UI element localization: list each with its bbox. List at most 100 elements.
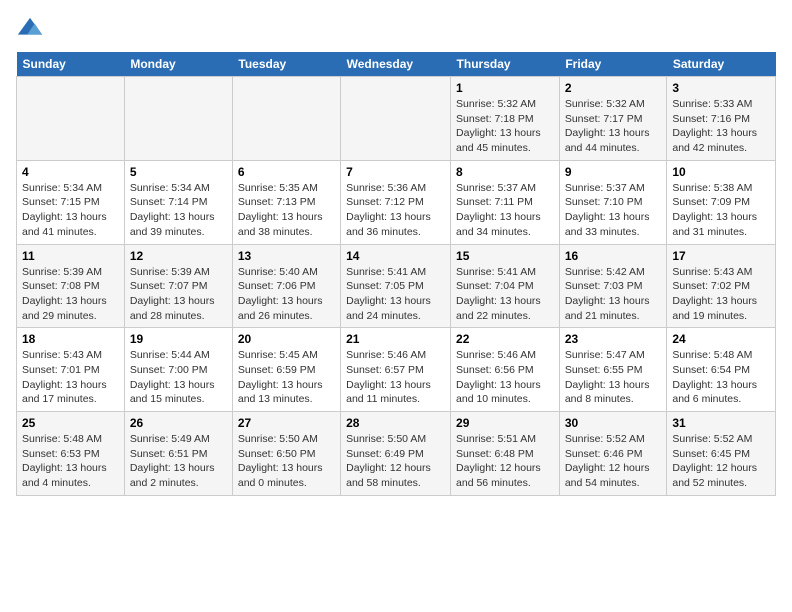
day-cell: 10Sunrise: 5:38 AM Sunset: 7:09 PM Dayli… [667,160,776,244]
day-detail: Sunrise: 5:47 AM Sunset: 6:55 PM Dayligh… [565,349,650,405]
day-cell: 12 Sunrise: 5:39 AM Sunset: 7:07 PM Dayli… [124,244,232,328]
day-number: 15 [456,249,554,263]
header-friday: Friday [559,52,667,77]
day-cell: 11 Sunrise: 5:39 AM Sunset: 7:08 PM Dayli… [17,244,125,328]
day-detail: Sunrise: 5:36 AM Sunset: 7:12 PM Dayligh… [346,182,431,238]
day-cell [232,77,340,161]
day-number: 27 [238,416,335,430]
day-detail: Sunrise: 5:46 AM Sunset: 6:57 PM Dayligh… [346,349,431,405]
day-cell: 14 Sunrise: 5:41 AM Sunset: 7:05 PM Dayli… [341,244,451,328]
day-detail: Sunrise: 5:50 AM Sunset: 6:50 PM Dayligh… [238,433,323,489]
day-cell [17,77,125,161]
day-cell: 4 Sunrise: 5:34 AM Sunset: 7:15 PM Daylig… [17,160,125,244]
week-row-1: 1 Sunrise: 5:32 AM Sunset: 7:18 PM Daylig… [17,77,776,161]
calendar-table: SundayMondayTuesdayWednesdayThursdayFrid… [16,52,776,496]
day-number: 21 [346,332,445,346]
day-cell: 22Sunrise: 5:46 AM Sunset: 6:56 PM Dayli… [451,328,560,412]
day-cell: 3Sunrise: 5:33 AM Sunset: 7:16 PM Daylig… [667,77,776,161]
day-detail: Sunrise: 5:43 AM Sunset: 7:01 PM Dayligh… [22,349,107,405]
day-number: 8 [456,165,554,179]
day-cell: 8Sunrise: 5:37 AM Sunset: 7:11 PM Daylig… [451,160,560,244]
week-row-2: 4 Sunrise: 5:34 AM Sunset: 7:15 PM Daylig… [17,160,776,244]
day-detail: Sunrise: 5:45 AM Sunset: 6:59 PM Dayligh… [238,349,323,405]
day-detail: Sunrise: 5:42 AM Sunset: 7:03 PM Dayligh… [565,266,650,322]
day-cell: 7 Sunrise: 5:36 AM Sunset: 7:12 PM Daylig… [341,160,451,244]
day-cell: 1 Sunrise: 5:32 AM Sunset: 7:18 PM Daylig… [451,77,560,161]
day-detail: Sunrise: 5:32 AM Sunset: 7:18 PM Dayligh… [456,98,541,154]
day-number: 9 [565,165,662,179]
day-detail: Sunrise: 5:41 AM Sunset: 7:05 PM Dayligh… [346,266,431,322]
day-cell: 16 Sunrise: 5:42 AM Sunset: 7:03 PM Dayli… [559,244,667,328]
week-row-5: 25 Sunrise: 5:48 AM Sunset: 6:53 PM Dayli… [17,412,776,496]
day-number: 11 [22,249,119,263]
day-cell: 17 Sunrise: 5:43 AM Sunset: 7:02 PM Dayli… [667,244,776,328]
day-detail: Sunrise: 5:34 AM Sunset: 7:15 PM Dayligh… [22,182,107,238]
day-detail: Sunrise: 5:48 AM Sunset: 6:53 PM Dayligh… [22,433,107,489]
day-cell: 30 Sunrise: 5:52 AM Sunset: 6:46 PM Dayli… [559,412,667,496]
day-number: 7 [346,165,445,179]
day-cell: 21 Sunrise: 5:46 AM Sunset: 6:57 PM Dayli… [341,328,451,412]
day-number: 25 [22,416,119,430]
day-number: 12 [130,249,227,263]
day-cell: 31Sunrise: 5:52 AM Sunset: 6:45 PM Dayli… [667,412,776,496]
header-row: SundayMondayTuesdayWednesdayThursdayFrid… [17,52,776,77]
day-cell: 2Sunrise: 5:32 AM Sunset: 7:17 PM Daylig… [559,77,667,161]
day-detail: Sunrise: 5:35 AM Sunset: 7:13 PM Dayligh… [238,182,323,238]
logo-icon [16,16,44,44]
day-number: 23 [565,332,662,346]
day-number: 29 [456,416,554,430]
day-cell: 19 Sunrise: 5:44 AM Sunset: 7:00 PM Dayli… [124,328,232,412]
header-sunday: Sunday [17,52,125,77]
day-cell [341,77,451,161]
day-number: 4 [22,165,119,179]
day-detail: Sunrise: 5:39 AM Sunset: 7:07 PM Dayligh… [130,266,215,322]
day-number: 14 [346,249,445,263]
day-cell: 25 Sunrise: 5:48 AM Sunset: 6:53 PM Dayli… [17,412,125,496]
day-cell: 15 Sunrise: 5:41 AM Sunset: 7:04 PM Dayli… [451,244,560,328]
day-detail: Sunrise: 5:49 AM Sunset: 6:51 PM Dayligh… [130,433,215,489]
day-number: 6 [238,165,335,179]
day-cell: 24 Sunrise: 5:48 AM Sunset: 6:54 PM Dayli… [667,328,776,412]
day-number: 22 [456,332,554,346]
day-number: 24 [672,332,770,346]
day-detail: Sunrise: 5:43 AM Sunset: 7:02 PM Dayligh… [672,266,757,322]
day-number: 30 [565,416,662,430]
day-number: 26 [130,416,227,430]
day-detail: Sunrise: 5:41 AM Sunset: 7:04 PM Dayligh… [456,266,541,322]
day-detail: Sunrise: 5:50 AM Sunset: 6:49 PM Dayligh… [346,433,431,489]
day-number: 1 [456,81,554,95]
day-cell: 28 Sunrise: 5:50 AM Sunset: 6:49 PM Dayli… [341,412,451,496]
week-row-4: 18 Sunrise: 5:43 AM Sunset: 7:01 PM Dayli… [17,328,776,412]
day-detail: Sunrise: 5:51 AM Sunset: 6:48 PM Dayligh… [456,433,541,489]
day-detail: Sunrise: 5:39 AM Sunset: 7:08 PM Dayligh… [22,266,107,322]
header-tuesday: Tuesday [232,52,340,77]
day-number: 16 [565,249,662,263]
day-cell [124,77,232,161]
header-wednesday: Wednesday [341,52,451,77]
day-detail: Sunrise: 5:44 AM Sunset: 7:00 PM Dayligh… [130,349,215,405]
day-detail: Sunrise: 5:48 AM Sunset: 6:54 PM Dayligh… [672,349,757,405]
header-saturday: Saturday [667,52,776,77]
page-header [16,16,776,44]
day-cell: 29 Sunrise: 5:51 AM Sunset: 6:48 PM Dayli… [451,412,560,496]
day-cell: 18 Sunrise: 5:43 AM Sunset: 7:01 PM Dayli… [17,328,125,412]
day-cell: 23 Sunrise: 5:47 AM Sunset: 6:55 PM Dayli… [559,328,667,412]
day-number: 18 [22,332,119,346]
day-number: 20 [238,332,335,346]
header-thursday: Thursday [451,52,560,77]
day-number: 17 [672,249,770,263]
day-cell: 27 Sunrise: 5:50 AM Sunset: 6:50 PM Dayli… [232,412,340,496]
logo [16,16,48,44]
day-number: 13 [238,249,335,263]
day-detail: Sunrise: 5:37 AM Sunset: 7:10 PM Dayligh… [565,182,650,238]
day-detail: Sunrise: 5:52 AM Sunset: 6:45 PM Dayligh… [672,433,757,489]
day-cell: 13Sunrise: 5:40 AM Sunset: 7:06 PM Dayli… [232,244,340,328]
day-number: 19 [130,332,227,346]
day-number: 5 [130,165,227,179]
day-cell: 9 Sunrise: 5:37 AM Sunset: 7:10 PM Daylig… [559,160,667,244]
day-detail: Sunrise: 5:52 AM Sunset: 6:46 PM Dayligh… [565,433,650,489]
day-number: 10 [672,165,770,179]
day-detail: Sunrise: 5:34 AM Sunset: 7:14 PM Dayligh… [130,182,215,238]
day-number: 28 [346,416,445,430]
day-cell: 6 Sunrise: 5:35 AM Sunset: 7:13 PM Daylig… [232,160,340,244]
